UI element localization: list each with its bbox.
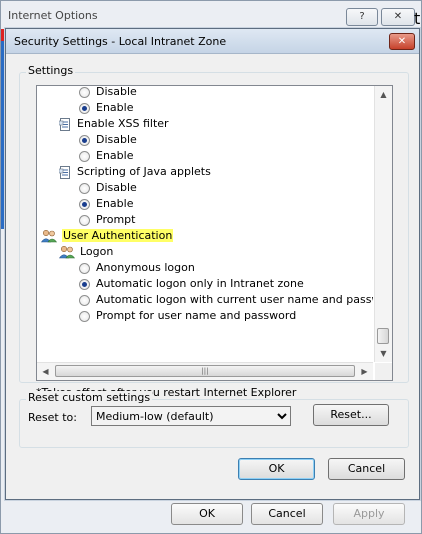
scroll-left-arrow-icon[interactable]: ◀: [37, 363, 54, 380]
parent-close-button[interactable]: ✕: [381, 8, 415, 26]
radio-option[interactable]: Enable: [79, 196, 133, 212]
settings-doc-icon: [58, 165, 72, 179]
ok-button[interactable]: OK: [238, 458, 315, 480]
reset-group-label: Reset custom settings: [26, 391, 153, 404]
settings-category: Logon: [58, 244, 114, 260]
parent-ok-button[interactable]: OK: [171, 503, 243, 525]
row-label: Scripting of Java applets: [77, 165, 211, 178]
radio-option[interactable]: Enable: [79, 100, 133, 116]
radio-button[interactable]: [79, 150, 90, 162]
radio-button[interactable]: [79, 262, 90, 274]
settings-doc-icon: [58, 117, 72, 131]
radio-button-checked[interactable]: [79, 278, 90, 290]
users-icon: [58, 245, 76, 259]
radio-option[interactable]: Disable: [79, 180, 137, 196]
radio-button[interactable]: [79, 182, 90, 194]
help-button[interactable]: ?: [346, 8, 378, 26]
radio-button[interactable]: [79, 86, 90, 98]
row-label: Enable XSS filter: [77, 117, 169, 130]
dialog-titlebar: Security Settings - Local Intranet Zone …: [6, 29, 419, 54]
scroll-right-arrow-icon[interactable]: ▶: [356, 363, 373, 380]
dialog-close-button[interactable]: ✕: [389, 33, 415, 50]
row-label: Disable: [96, 86, 137, 98]
security-settings-dialog: Security Settings - Local Intranet Zone …: [5, 28, 420, 500]
horizontal-scrollbar[interactable]: ◀ ||| ▶: [37, 362, 373, 380]
row-label: Disable: [96, 133, 137, 146]
vertical-scrollbar[interactable]: ▲ ▼: [374, 86, 392, 362]
reset-button[interactable]: Reset...: [313, 404, 389, 426]
radio-button-checked[interactable]: [79, 102, 90, 114]
row-label: Enable: [96, 197, 134, 210]
row-label: User Authentication: [62, 229, 174, 242]
radio-option[interactable]: Anonymous logon: [79, 260, 195, 276]
dialog-title: Security Settings - Local Intranet Zone: [14, 35, 227, 48]
radio-button[interactable]: [79, 294, 90, 306]
row-label: Logon: [80, 245, 114, 258]
reset-level-select[interactable]: Medium-low (default): [91, 406, 291, 426]
radio-option[interactable]: Automatic logon only in Intranet zone: [79, 276, 304, 292]
parent-window-title: Internet Options: [8, 9, 98, 22]
scrollbar-corner: [375, 363, 392, 380]
reset-to-label: Reset to:: [28, 411, 77, 424]
users-icon: [40, 229, 58, 243]
radio-button[interactable]: [79, 310, 90, 322]
row-label: Enable: [96, 149, 134, 162]
row-label: Automatic logon with current user name a…: [96, 293, 373, 306]
radio-option[interactable]: Disable: [79, 86, 137, 100]
cancel-button[interactable]: Cancel: [328, 458, 405, 480]
radio-option[interactable]: Disable: [79, 132, 137, 148]
settings-category: Scripting of Java applets: [58, 164, 211, 180]
radio-button-checked[interactable]: [79, 198, 90, 210]
vertical-scroll-thumb[interactable]: [377, 328, 389, 344]
row-label: Disable: [96, 181, 137, 194]
row-label: Enable: [96, 101, 134, 114]
radio-option[interactable]: Prompt: [79, 212, 135, 228]
row-label: Anonymous logon: [96, 261, 195, 274]
scroll-up-arrow-icon[interactable]: ▲: [375, 86, 392, 103]
row-label: Prompt: [96, 213, 136, 226]
radio-button-checked[interactable]: [79, 134, 90, 146]
settings-tree[interactable]: Disable Enable Enable XSS filter Disable Ena…: [36, 85, 393, 381]
background-text-fragment: t: [414, 9, 421, 28]
horizontal-scroll-thumb[interactable]: |||: [55, 365, 355, 377]
row-label: Automatic logon only in Intranet zone: [96, 277, 304, 290]
radio-option[interactable]: Enable: [79, 148, 133, 164]
radio-option[interactable]: Prompt for user name and password: [79, 308, 296, 324]
settings-category: Enable XSS filter: [58, 116, 169, 132]
radio-option[interactable]: Automatic logon with current user name a…: [79, 292, 373, 308]
row-label: Prompt for user name and password: [96, 309, 297, 322]
radio-button[interactable]: [79, 214, 90, 226]
settings-group-label: Settings: [26, 64, 76, 77]
scroll-down-arrow-icon[interactable]: ▼: [375, 345, 392, 362]
parent-apply-button[interactable]: Apply: [333, 503, 405, 525]
parent-cancel-button[interactable]: Cancel: [251, 503, 323, 525]
settings-section: User Authentication: [40, 228, 174, 244]
settings-tree-viewport: Disable Enable Enable XSS filter Disable Ena…: [37, 86, 373, 362]
